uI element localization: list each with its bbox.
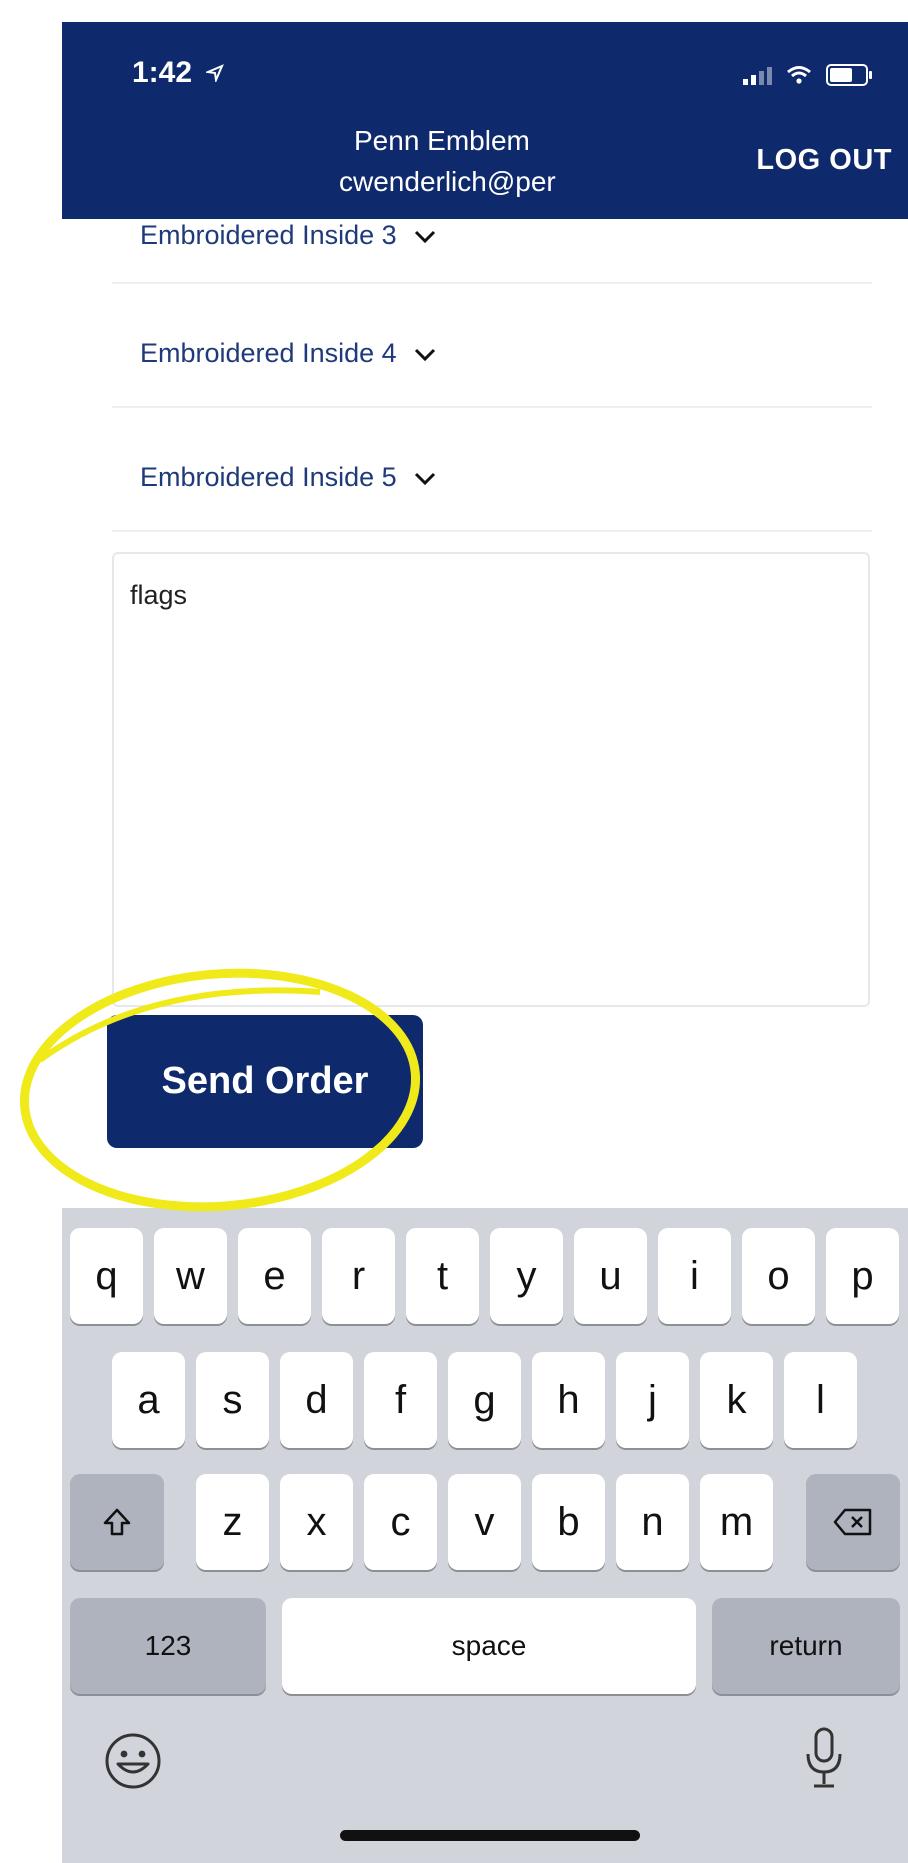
onscreen-keyboard: qwertyuiop asdfghjkl zxcvbnm 123 space r… (62, 1208, 908, 1863)
location-arrow-icon (204, 64, 225, 84)
key-q[interactable]: q (70, 1228, 143, 1324)
key-z[interactable]: z (196, 1474, 269, 1570)
dropdown-embroidered-inside-4[interactable]: Embroidered Inside 4 (112, 284, 872, 408)
signal-icon (743, 65, 772, 85)
key-n[interactable]: n (616, 1474, 689, 1570)
logout-button[interactable]: LOG OUT (756, 144, 892, 177)
key-p[interactable]: p (826, 1228, 899, 1324)
app-screen: Embroidered Inside 3 Embroidered Inside … (62, 0, 908, 1863)
numbers-key[interactable]: 123 (70, 1598, 266, 1694)
key-r[interactable]: r (322, 1228, 395, 1324)
key-d[interactable]: d (280, 1352, 353, 1448)
key-m[interactable]: m (700, 1474, 773, 1570)
space-key[interactable]: space (282, 1598, 696, 1694)
key-w[interactable]: w (154, 1228, 227, 1324)
order-notes-textarea[interactable]: flags (112, 552, 870, 1007)
app-header: 1:42 Penn Emblem cwenderlich@per LOG OUT (62, 22, 908, 219)
home-indicator (340, 1830, 640, 1841)
key-b[interactable]: b (532, 1474, 605, 1570)
key-s[interactable]: s (196, 1352, 269, 1448)
dropdown-label: Embroidered Inside 3 (140, 220, 397, 250)
dropdown-label: Embroidered Inside 5 (140, 462, 397, 492)
key-x[interactable]: x (280, 1474, 353, 1570)
backspace-icon (833, 1508, 872, 1536)
status-time: 1:42 (132, 56, 225, 90)
key-k[interactable]: k (700, 1352, 773, 1448)
key-o[interactable]: o (742, 1228, 815, 1324)
send-order-button[interactable]: Send Order (107, 1015, 423, 1148)
key-i[interactable]: i (658, 1228, 731, 1324)
chevron-down-icon (415, 348, 436, 361)
status-indicators (743, 64, 872, 86)
company-name: Penn Emblem (354, 125, 530, 156)
key-u[interactable]: u (574, 1228, 647, 1324)
key-a[interactable]: a (112, 1352, 185, 1448)
dropdown-embroidered-inside-5[interactable]: Embroidered Inside 5 (112, 408, 872, 532)
key-c[interactable]: c (364, 1474, 437, 1570)
key-j[interactable]: j (616, 1352, 689, 1448)
shift-icon (103, 1508, 131, 1536)
chevron-down-icon (415, 230, 436, 243)
dropdown-label: Embroidered Inside 4 (140, 338, 397, 368)
key-h[interactable]: h (532, 1352, 605, 1448)
emoji-icon[interactable] (104, 1732, 162, 1790)
microphone-icon[interactable] (802, 1726, 846, 1792)
chevron-down-icon (415, 472, 436, 485)
return-key[interactable]: return (712, 1598, 900, 1694)
key-g[interactable]: g (448, 1352, 521, 1448)
user-email: cwenderlich@per (339, 166, 556, 197)
backspace-key[interactable] (806, 1474, 900, 1570)
key-v[interactable]: v (448, 1474, 521, 1570)
key-t[interactable]: t (406, 1228, 479, 1324)
key-e[interactable]: e (238, 1228, 311, 1324)
key-y[interactable]: y (490, 1228, 563, 1324)
battery-icon (826, 64, 872, 86)
key-f[interactable]: f (364, 1352, 437, 1448)
shift-key[interactable] (70, 1474, 164, 1570)
wifi-icon (787, 66, 811, 84)
key-l[interactable]: l (784, 1352, 857, 1448)
